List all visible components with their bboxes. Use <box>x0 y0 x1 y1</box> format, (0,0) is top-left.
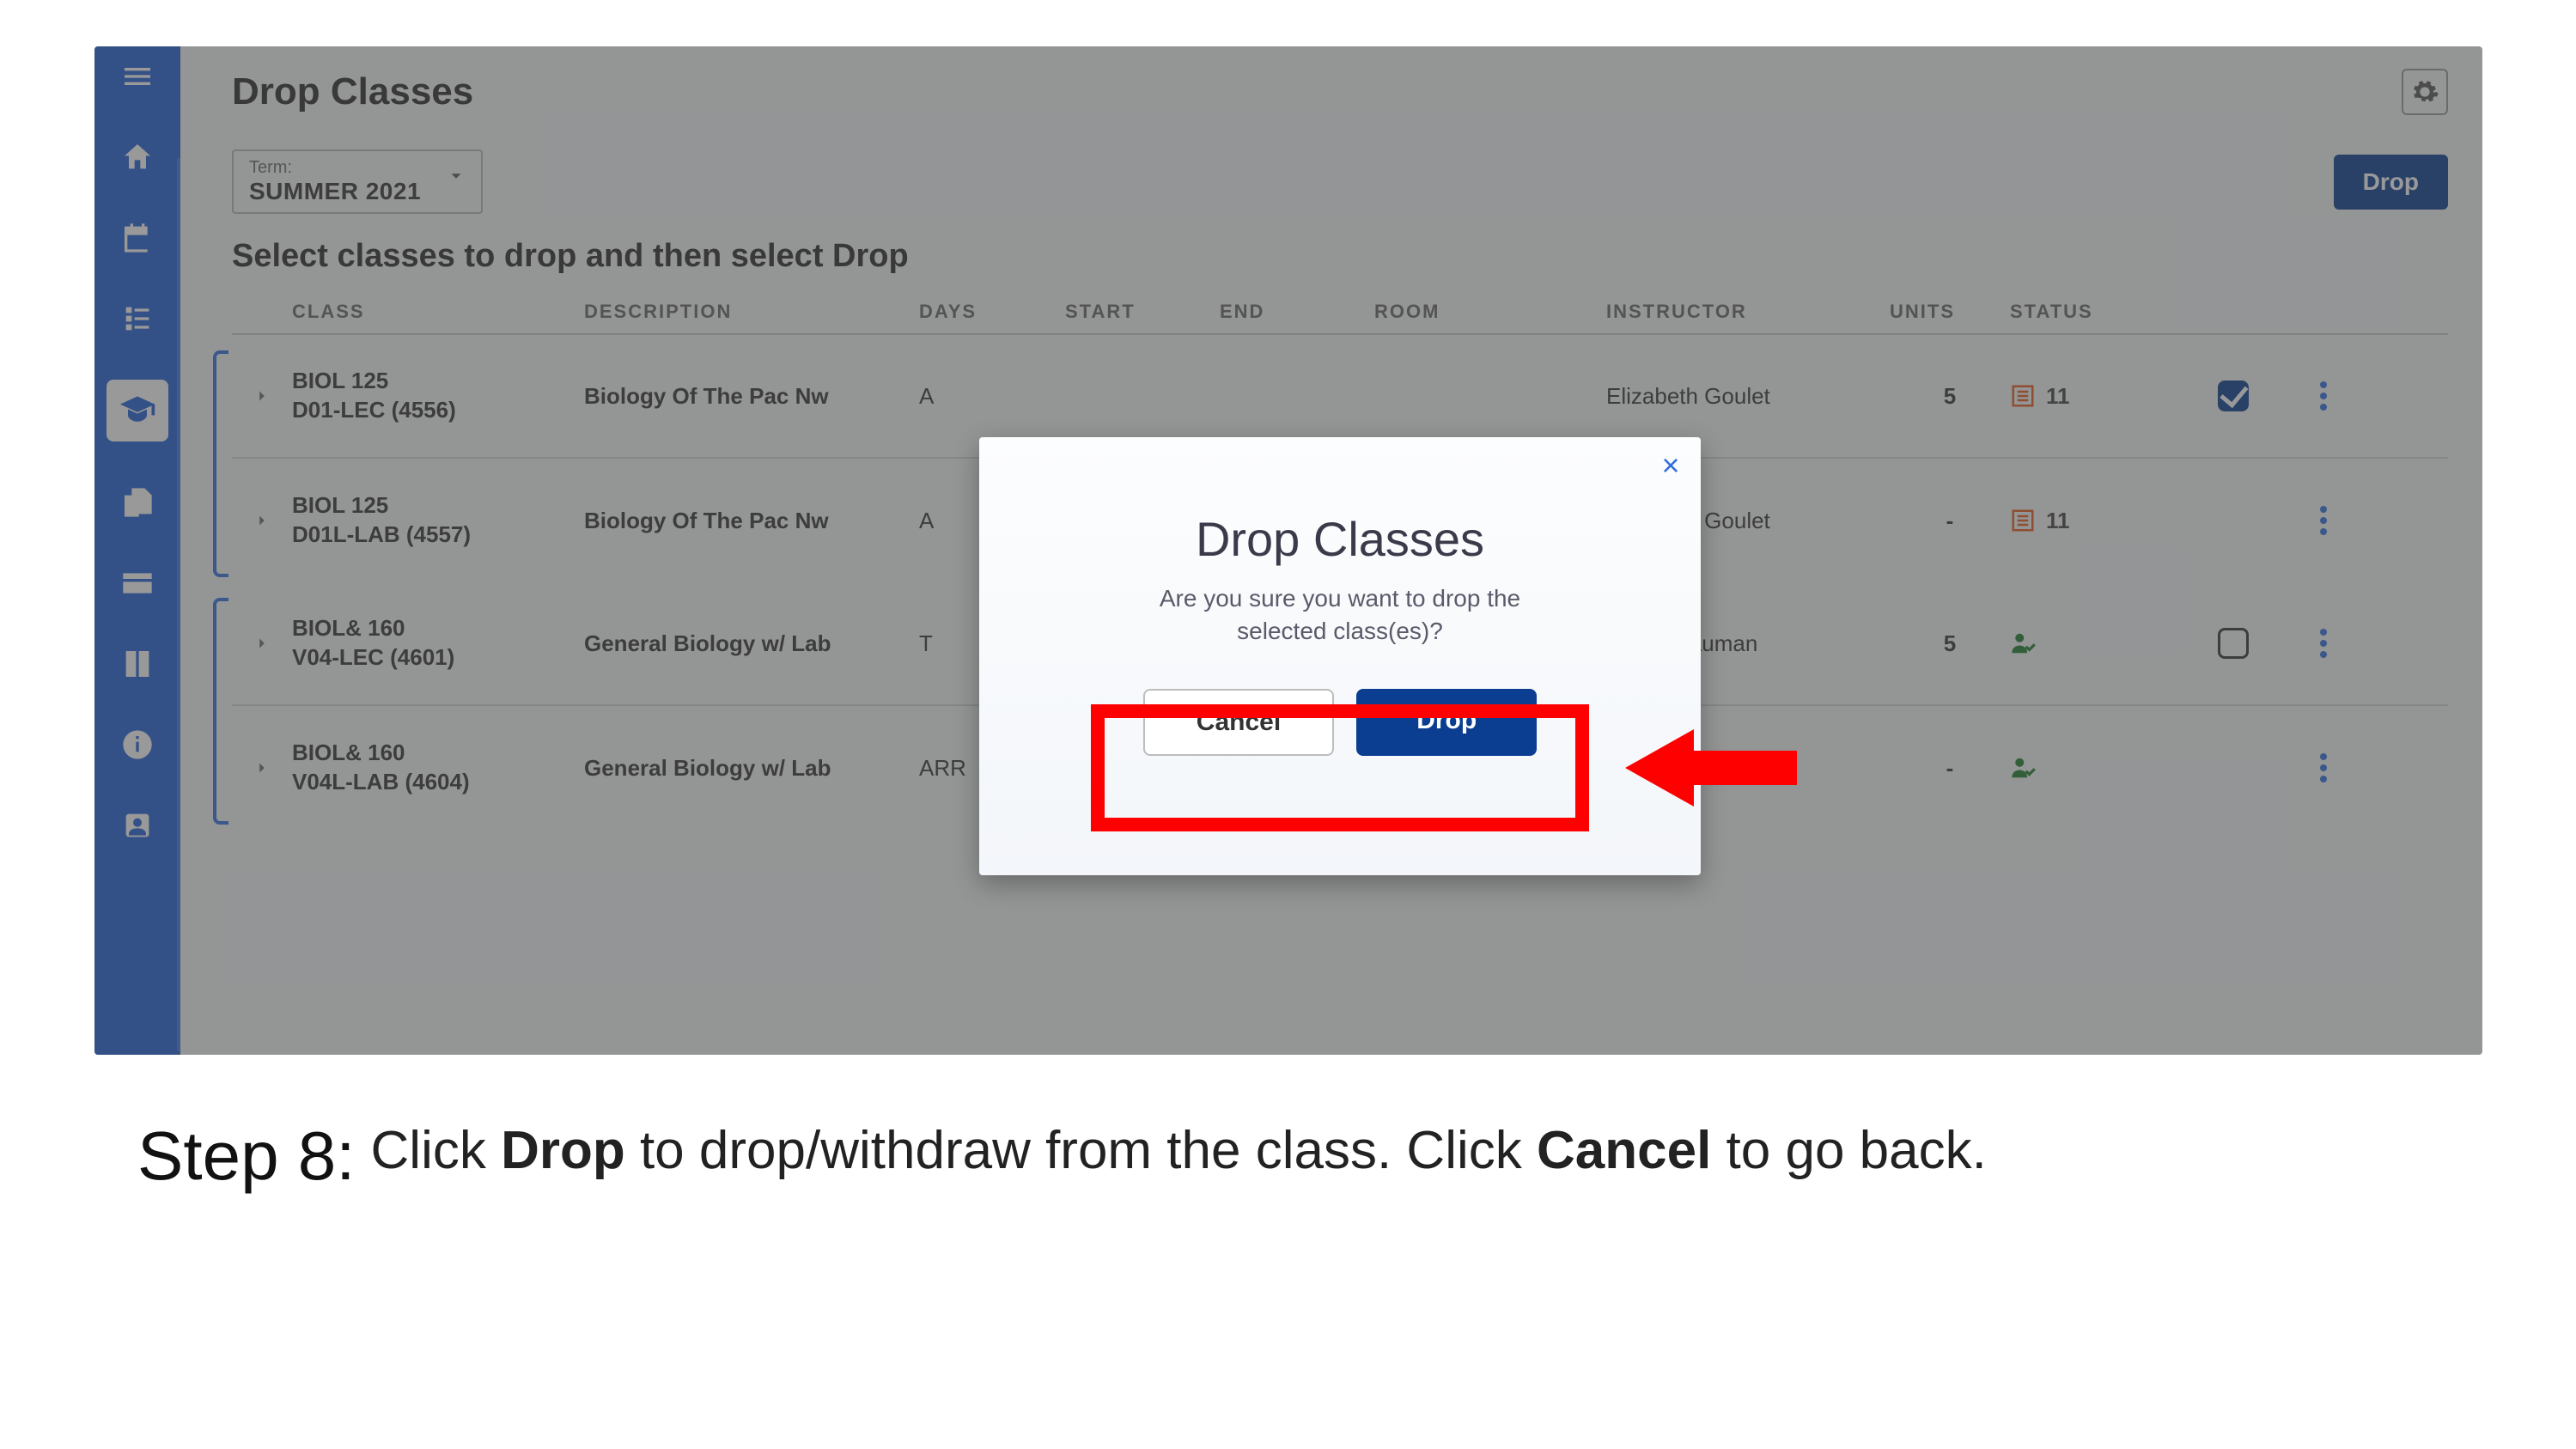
settings-button[interactable] <box>2402 69 2448 115</box>
status-count: 11 <box>2046 383 2070 410</box>
group-bracket <box>213 350 228 577</box>
document-copy-icon[interactable] <box>118 483 157 522</box>
units-cell: - <box>1890 755 2010 782</box>
class-cell: BIOL 125D01-LEC (4556) <box>292 367 584 425</box>
step-label: Step 8: <box>137 1117 356 1196</box>
status-cell <box>2010 755 2182 781</box>
description-cell: General Biology w/ Lab <box>584 755 919 782</box>
waitlist-icon <box>2010 383 2036 409</box>
gear-icon <box>2410 77 2439 107</box>
header-room: ROOM <box>1374 301 1606 323</box>
header-description: DESCRIPTION <box>584 301 919 323</box>
days-cell: A <box>919 383 1065 410</box>
info-icon[interactable] <box>118 725 157 764</box>
units-cell: 5 <box>1890 383 2010 410</box>
class-cell: BIOL 125D01L-LAB (4557) <box>292 491 584 550</box>
cancel-button[interactable]: Cancel <box>1143 689 1334 756</box>
row-menu-button[interactable] <box>2285 381 2362 411</box>
row-menu-button[interactable] <box>2285 629 2362 658</box>
chevron-right-icon <box>253 511 271 530</box>
dialog-button-row: Cancel Drop <box>979 689 1701 756</box>
header-end: END <box>1220 301 1374 323</box>
checkbox-checked-icon <box>2218 381 2249 411</box>
waitlist-icon <box>2010 508 2036 533</box>
list-icon[interactable] <box>118 299 157 338</box>
status-cell <box>2010 630 2182 656</box>
class-cell: BIOL& 160V04-LEC (4601) <box>292 614 584 673</box>
confirm-drop-button[interactable]: Drop <box>1356 689 1537 756</box>
expand-row-button[interactable] <box>232 387 292 405</box>
term-value: SUMMER 2021 <box>249 178 421 205</box>
expand-row-button[interactable] <box>232 758 292 777</box>
select-checkbox[interactable] <box>2182 628 2285 659</box>
expand-row-button[interactable] <box>232 634 292 653</box>
expand-row-button[interactable] <box>232 511 292 530</box>
app-window: Drop Classes Term: SUMMER 2021 Drop Sele… <box>94 46 2482 1055</box>
instruction-text: Select classes to drop and then select D… <box>232 238 2448 275</box>
graduation-cap-icon[interactable] <box>107 380 168 441</box>
header-class: CLASS <box>292 301 584 323</box>
drop-button[interactable]: Drop <box>2334 155 2448 210</box>
chevron-right-icon <box>253 634 271 653</box>
menu-icon[interactable] <box>118 57 157 96</box>
dialog-title: Drop Classes <box>979 511 1701 567</box>
status-cell: 11 <box>2010 383 2182 410</box>
instructor-cell: Elizabeth Goulet <box>1606 383 1890 410</box>
home-icon[interactable] <box>118 137 157 177</box>
enrolled-icon <box>2010 630 2036 656</box>
header-units: UNITS <box>1890 301 2010 323</box>
close-icon: × <box>1661 447 1679 484</box>
chevron-down-icon <box>447 167 466 186</box>
page-title: Drop Classes <box>232 70 473 113</box>
description-cell: General Biology w/ Lab <box>584 630 919 657</box>
person-icon[interactable] <box>118 806 157 845</box>
class-cell: BIOL& 160V04L-LAB (4604) <box>292 739 584 797</box>
credit-card-icon[interactable] <box>118 563 157 603</box>
dialog-message: Are you sure you want to drop the select… <box>979 582 1701 648</box>
book-icon[interactable] <box>118 644 157 684</box>
sidebar <box>94 46 180 1055</box>
select-checkbox[interactable] <box>2182 381 2285 411</box>
table-header: CLASS DESCRIPTION DAYS START END ROOM IN… <box>232 301 2448 335</box>
step-instruction: Step 8: Click Drop to drop/withdraw from… <box>137 1117 2422 1196</box>
description-cell: Biology Of The Pac Nw <box>584 508 919 534</box>
status-count: 11 <box>2046 508 2070 534</box>
status-cell: 11 <box>2010 508 2182 534</box>
step-text: Click Drop to drop/withdraw from the cla… <box>371 1117 1987 1196</box>
header-status: STATUS <box>2010 301 2182 323</box>
header-instructor: INSTRUCTOR <box>1606 301 1890 323</box>
chevron-right-icon <box>253 387 271 405</box>
confirm-drop-dialog: × Drop Classes Are you sure you want to … <box>979 437 1701 875</box>
units-cell: - <box>1890 508 2010 534</box>
row-menu-button[interactable] <box>2285 753 2362 782</box>
term-dropdown[interactable]: Term: SUMMER 2021 <box>232 149 483 214</box>
enrolled-icon <box>2010 755 2036 781</box>
close-dialog-button[interactable]: × <box>1658 453 1684 478</box>
chevron-right-icon <box>253 758 271 777</box>
row-menu-button[interactable] <box>2285 506 2362 535</box>
header-start: START <box>1065 301 1220 323</box>
term-label: Term: <box>249 158 421 178</box>
checkbox-unchecked-icon <box>2218 628 2249 659</box>
description-cell: Biology Of The Pac Nw <box>584 383 919 410</box>
group-bracket <box>213 598 228 825</box>
header-days: DAYS <box>919 301 1065 323</box>
units-cell: 5 <box>1890 630 2010 657</box>
calendar-icon[interactable] <box>118 218 157 258</box>
